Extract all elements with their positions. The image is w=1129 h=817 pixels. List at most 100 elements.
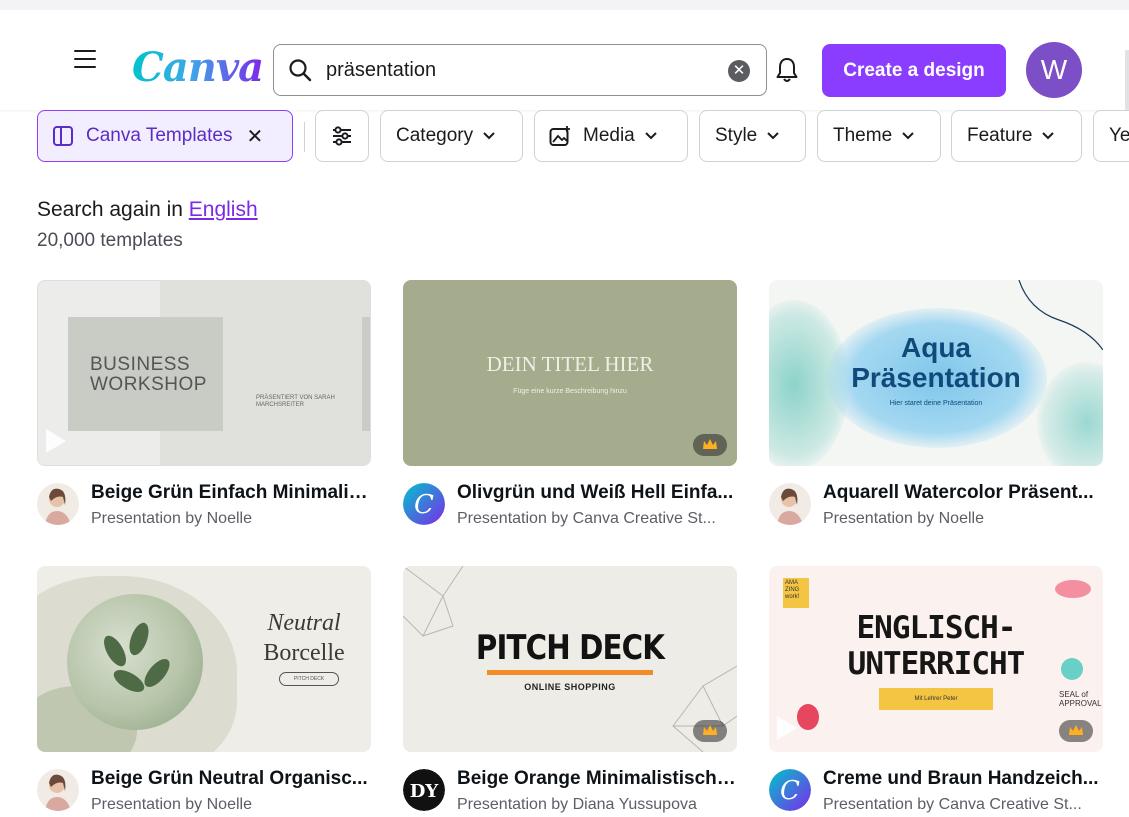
template-info: Aquarell Watercolor Präsent... Presentat… [769, 480, 1103, 532]
sliders-icon [333, 126, 351, 146]
thumb-seal-text: SEAL of APPROVAL [1059, 690, 1102, 708]
clear-search-icon[interactable]: ✕ [728, 60, 750, 82]
bell-icon[interactable] [775, 56, 799, 84]
chip-feature[interactable]: Feature [951, 110, 1082, 162]
thumb-small-text: Füge eine kurze Beschreibung hinzu [513, 388, 627, 395]
template-title[interactable]: Beige Grün Einfach Minimalis... [91, 482, 371, 504]
thumb-text: DEIN TITEL HIER [486, 352, 654, 376]
canva-logo[interactable]: Canva [132, 44, 264, 92]
template-card[interactable]: AMA ZING work! ENGLISCH- UNTERRICHT Mit … [769, 566, 1103, 817]
chip-label: Media [583, 125, 635, 146]
chevron-down-icon [1042, 132, 1055, 140]
template-thumbnail[interactable]: BUSINESS WORKSHOP PRÄSENTIERT VON SARAH M… [37, 280, 371, 466]
template-info: Beige Grün Neutral Organisc... Presentat… [37, 766, 371, 817]
canva-creator-avatar[interactable]: C [769, 769, 811, 811]
template-title[interactable]: Olivgrün und Weiß Hell Einfa... [457, 482, 737, 504]
divider [304, 122, 305, 152]
thumb-shape [362, 317, 370, 431]
search-input[interactable] [326, 53, 706, 87]
chevron-down-icon [645, 132, 657, 140]
chip-canva-templates[interactable]: Canva Templates ✕ [37, 110, 293, 162]
creator-avatar[interactable] [37, 769, 79, 811]
template-title[interactable]: Beige Orange Minimalistisch ... [457, 768, 737, 790]
chevron-down-icon [767, 132, 779, 140]
thumb-sticky-note: AMA ZING work! [783, 578, 809, 608]
chevron-down-icon [902, 132, 914, 140]
thumb-small-text: ONLINE SHOPPING [524, 682, 616, 692]
template-icon [53, 126, 73, 146]
thumb-text: UNTERRICHT [847, 646, 1026, 682]
filter-bar: Canva Templates ✕ Category Media Style T… [0, 110, 1129, 166]
crown-icon [693, 434, 727, 456]
thumb-strawberry [797, 704, 819, 730]
template-author[interactable]: Presentation by Canva Creative St... [823, 796, 1103, 814]
chevron-down-icon [483, 132, 495, 140]
chip-label: Feature [967, 125, 1033, 146]
template-thumbnail[interactable]: Neutral Borcelle PITCH DECK [37, 566, 371, 752]
search-english-link[interactable]: English [189, 198, 258, 221]
template-thumbnail[interactable]: DEIN TITEL HIER Füge eine kurze Beschrei… [403, 280, 737, 466]
thumb-text: Aqua [901, 332, 971, 363]
create-design-button[interactable]: Create a design [822, 44, 1006, 97]
template-card[interactable]: Neutral Borcelle PITCH DECK Beige Grün N… [37, 566, 371, 817]
chip-label: Category [396, 125, 474, 146]
media-icon [549, 126, 570, 146]
chip-category[interactable]: Category [380, 110, 523, 162]
search-bar: ✕ [273, 44, 767, 96]
thumb-shape [1055, 580, 1091, 598]
thumb-small-text: Hier staret deine Präsentation [889, 400, 983, 407]
template-author[interactable]: Presentation by Noelle [91, 796, 371, 814]
template-card[interactable]: BUSINESS WORKSHOP PRÄSENTIERT VON SARAH M… [37, 280, 371, 532]
template-info: Beige Grün Einfach Minimalis... Presenta… [37, 480, 371, 532]
thumb-small-text: PITCH DECK [279, 672, 339, 686]
thumb-text: Borcelle [263, 640, 345, 666]
template-card[interactable]: DEIN TITEL HIER Füge eine kurze Beschrei… [403, 280, 737, 532]
chip-label: Ye [1109, 125, 1129, 146]
crown-icon [1059, 720, 1093, 742]
thumb-small-text: PRÄSENTIERT VON SARAH MARCHSREITER [256, 395, 335, 408]
chip-theme[interactable]: Theme [817, 110, 941, 162]
remove-filter-icon[interactable]: ✕ [246, 124, 263, 149]
crown-icon [693, 720, 727, 742]
thumb-text: BUSINESS WORKSHOP [90, 354, 207, 395]
template-info: C Creme und Braun Handzeich... Presentat… [769, 766, 1103, 817]
svg-text:DY: DY [410, 781, 440, 802]
chip-year[interactable]: Ye [1093, 110, 1129, 162]
template-author[interactable]: Presentation by Diana Yussupova [457, 796, 737, 814]
template-card[interactable]: Aqua Präsentation Hier staret deine Präs… [769, 280, 1103, 532]
search-again-text: Search again in [37, 198, 183, 221]
creator-avatar[interactable] [37, 483, 79, 525]
chip-style[interactable]: Style [699, 110, 806, 162]
user-avatar[interactable]: W [1026, 42, 1082, 98]
template-title[interactable]: Aquarell Watercolor Präsent... [823, 482, 1103, 504]
svg-text:C: C [780, 776, 800, 806]
template-title[interactable]: Beige Grün Neutral Organisc... [91, 768, 371, 790]
chip-media[interactable]: Media [534, 110, 688, 162]
filter-settings-button[interactable] [315, 110, 369, 162]
thumb-text: ENGLISCH- [856, 610, 1017, 646]
template-thumbnail[interactable]: Aqua Präsentation Hier staret deine Präs… [769, 280, 1103, 466]
template-count: 20,000 templates [37, 230, 183, 251]
thumb-text: Präsentation [851, 362, 1021, 393]
chip-label: Canva Templates [86, 125, 233, 146]
template-author[interactable]: Presentation by Canva Creative St... [457, 510, 737, 528]
thumb-accent-bar [487, 670, 653, 675]
thumb-text: Neutral [267, 610, 341, 636]
search-icon[interactable] [288, 58, 312, 82]
thumb-text: PITCH DECK [475, 628, 665, 668]
chip-label: Theme [833, 125, 893, 146]
menu-icon[interactable] [74, 50, 96, 70]
template-title[interactable]: Creme und Braun Handzeich... [823, 768, 1103, 790]
template-author[interactable]: Presentation by Noelle [823, 510, 1103, 528]
template-author[interactable]: Presentation by Noelle [91, 510, 371, 528]
creator-avatar[interactable] [769, 483, 811, 525]
template-thumbnail[interactable]: PITCH DECK ONLINE SHOPPING [403, 566, 737, 752]
canva-creator-avatar[interactable]: C [403, 483, 445, 525]
top-bar: Canva ✕ Create a design W [0, 0, 1129, 120]
play-icon[interactable] [46, 429, 66, 453]
svg-text:C: C [414, 490, 434, 520]
creator-avatar[interactable]: DY [403, 769, 445, 811]
template-card[interactable]: PITCH DECK ONLINE SHOPPING DY Beige Oran… [403, 566, 737, 817]
play-icon[interactable] [777, 716, 797, 740]
template-thumbnail[interactable]: AMA ZING work! ENGLISCH- UNTERRICHT Mit … [769, 566, 1103, 752]
